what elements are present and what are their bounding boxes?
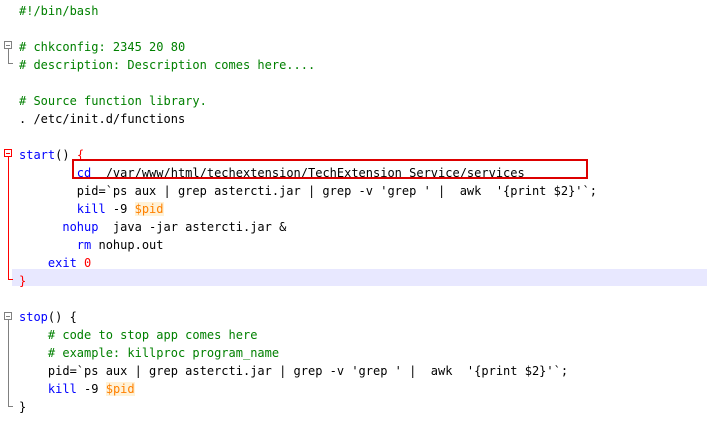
code-token: $pid xyxy=(134,202,164,216)
code-token: pid=`ps aux | grep astercti.jar | grep -… xyxy=(19,364,569,378)
code-line[interactable]: } xyxy=(19,398,26,416)
code-token: -9 xyxy=(76,382,106,396)
fold-line xyxy=(8,157,9,279)
fold-end-marker xyxy=(8,63,13,64)
fold-line xyxy=(8,320,9,406)
code-token: exit xyxy=(47,256,77,270)
code-line[interactable]: #!/bin/bash xyxy=(19,2,98,20)
code-line[interactable]: pid=`ps aux | grep astercti.jar | grep -… xyxy=(19,182,597,200)
code-token: # description: Description comes here...… xyxy=(19,58,316,72)
code-token: -9 xyxy=(105,202,135,216)
code-line[interactable]: exit 0 xyxy=(19,254,91,272)
code-token: pid=`ps aux | grep astercti.jar | grep -… xyxy=(19,184,597,198)
code-token: () { xyxy=(47,310,77,324)
code-token: kill xyxy=(47,382,77,396)
annotation-highlight-box xyxy=(72,159,588,179)
code-token: nohup xyxy=(62,220,99,234)
code-line[interactable]: # description: Description comes here...… xyxy=(19,56,315,74)
code-token: start xyxy=(19,148,56,162)
fold-end-marker xyxy=(8,406,13,407)
fold-toggle-icon[interactable] xyxy=(4,149,12,157)
fold-gutter xyxy=(0,0,18,424)
code-token: java -jar astercti.jar & xyxy=(98,220,287,234)
code-token: 0 xyxy=(84,256,92,270)
code-token: . /etc/init.d/functions xyxy=(19,112,186,126)
code-line[interactable]: # chkconfig: 2345 20 80 xyxy=(19,38,185,56)
code-line[interactable]: # Source function library. xyxy=(19,92,207,110)
code-line[interactable]: } xyxy=(19,272,26,290)
current-line-highlight xyxy=(12,269,707,286)
code-token: # example: killproc program_name xyxy=(19,346,280,360)
fold-line xyxy=(8,49,9,63)
code-line[interactable]: pid=`ps aux | grep astercti.jar | grep -… xyxy=(19,362,568,380)
code-line[interactable]: # example: killproc program_name xyxy=(19,344,279,362)
code-token: $pid xyxy=(105,382,135,396)
code-token: } xyxy=(19,274,27,288)
code-token: nohup.out xyxy=(91,238,164,252)
fold-toggle-icon[interactable] xyxy=(4,312,12,320)
code-line[interactable]: nohup java -jar astercti.jar & xyxy=(19,218,286,236)
code-token: # Source function library. xyxy=(19,94,207,108)
code-token: rm xyxy=(76,238,92,252)
code-token: #!/bin/bash xyxy=(19,4,99,18)
code-line[interactable]: kill -9 $pid xyxy=(19,200,164,218)
code-token: # chkconfig: 2345 20 80 xyxy=(19,40,186,54)
code-line[interactable]: . /etc/init.d/functions xyxy=(19,110,185,128)
code-token: # code to stop app comes here xyxy=(19,328,258,342)
code-line[interactable]: kill -9 $pid xyxy=(19,380,135,398)
code-line[interactable]: stop() { xyxy=(19,308,77,326)
code-line[interactable]: rm nohup.out xyxy=(19,236,164,254)
code-line[interactable]: # code to stop app comes here xyxy=(19,326,258,344)
code-token: stop xyxy=(19,310,48,324)
code-token: kill xyxy=(76,202,106,216)
code-token: } xyxy=(19,400,27,414)
fold-toggle-icon[interactable] xyxy=(4,41,12,49)
code-editor[interactable]: #!/bin/bash # chkconfig: 2345 20 80 # desc… xyxy=(0,0,707,424)
fold-end-marker xyxy=(8,279,13,280)
